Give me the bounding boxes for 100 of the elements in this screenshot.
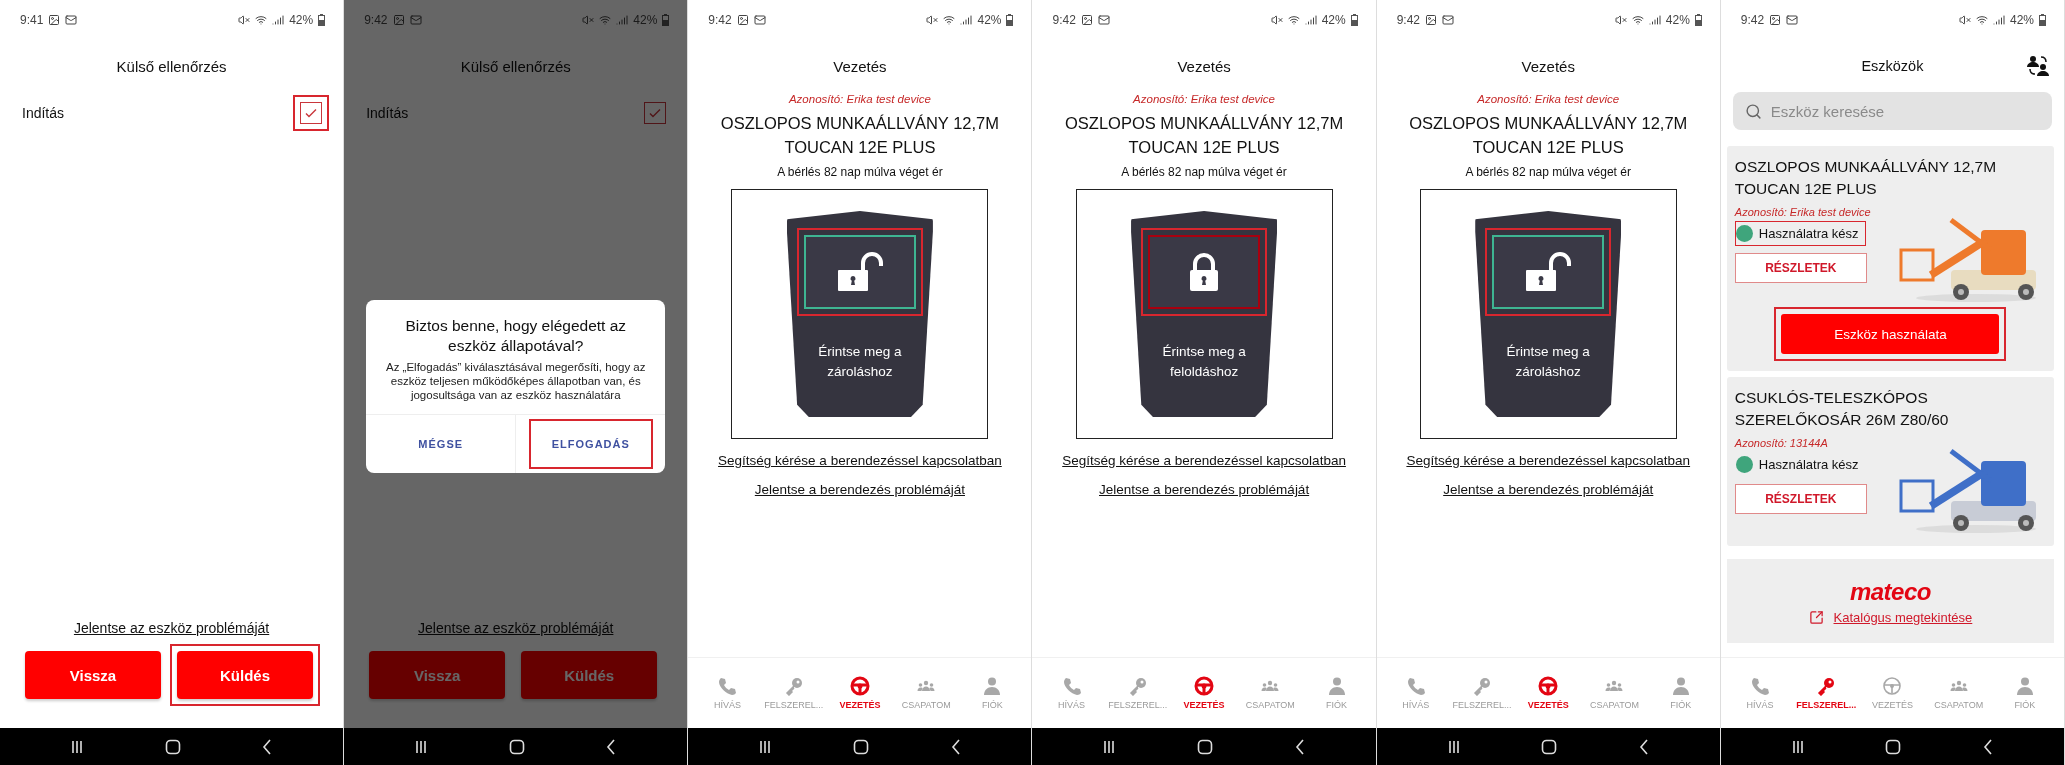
- external-link-icon: [1808, 609, 1824, 625]
- person-icon: [1326, 676, 1347, 696]
- key-icon: [783, 676, 804, 696]
- battery-level: 42%: [633, 13, 658, 27]
- wifi-icon: [1631, 14, 1644, 26]
- person-icon: [982, 676, 1003, 696]
- search-field[interactable]: Eszköz keresése: [1732, 92, 2052, 130]
- open-lock-icon: [1524, 252, 1573, 292]
- nav-tab[interactable]: HÍVÁS: [1726, 658, 1794, 728]
- nav-tab[interactable]: HÍVÁS: [1382, 658, 1449, 728]
- lock-button[interactable]: [1148, 235, 1261, 309]
- home-icon[interactable]: [164, 738, 181, 755]
- device-id: Azonosító: Erika test device: [787, 93, 932, 105]
- nav-tab[interactable]: HÍVÁS: [694, 658, 761, 728]
- nav-tab[interactable]: HÍVÁS: [1038, 658, 1105, 728]
- nav-tab[interactable]: VEZETÉS: [1170, 658, 1238, 728]
- nav-tab[interactable]: FELSZEREL...: [1448, 658, 1516, 728]
- back-icon[interactable]: [1638, 738, 1649, 755]
- back-icon[interactable]: [950, 738, 961, 755]
- checkbox[interactable]: [300, 102, 323, 124]
- nav-tab[interactable]: CSAPATOM: [893, 658, 960, 728]
- image-icon: [392, 14, 405, 26]
- status-time: 9:41: [20, 13, 44, 27]
- status-time: 9:42: [364, 13, 388, 27]
- home-icon[interactable]: [852, 738, 869, 755]
- mute-icon: [1270, 14, 1283, 26]
- help-link[interactable]: Segítség kérése a berendezéssel kapcsolatban: [688, 453, 1032, 468]
- image-icon: [48, 14, 61, 26]
- nav-tab[interactable]: VEZETÉS: [1859, 658, 1926, 728]
- home-icon[interactable]: [508, 738, 525, 755]
- key-icon: [1127, 676, 1148, 696]
- checklist-label: Indítás: [366, 105, 409, 121]
- help-link[interactable]: Jelentse a berendezés problémáját: [688, 482, 1032, 497]
- lock-button[interactable]: [803, 235, 916, 309]
- status-time: 9:42: [1396, 13, 1420, 27]
- checkbox[interactable]: [644, 102, 667, 124]
- home-icon[interactable]: [1197, 738, 1214, 755]
- battery-icon: [2039, 14, 2046, 26]
- action-button[interactable]: Küldés: [177, 651, 313, 699]
- details-button[interactable]: RÉSZLETEK: [1734, 484, 1867, 514]
- image-icon: [736, 14, 749, 26]
- nav-tab[interactable]: CSAPATOM: [1925, 658, 1992, 728]
- dialog-button[interactable]: ELFOGADÁS: [535, 426, 646, 462]
- nav-tab[interactable]: FIÓK: [1303, 658, 1370, 728]
- help-link[interactable]: Segítség kérése a berendezéssel kapcsolatban: [1376, 453, 1720, 468]
- battery-level: 42%: [2009, 13, 2034, 27]
- wifi-icon: [255, 14, 268, 26]
- details-button[interactable]: RÉSZLETEK: [1734, 253, 1867, 283]
- device-name: OSZLOPOS MUNKAÁLLVÁNY 12,7M TOUCAN 12E PLUS: [1734, 157, 1998, 199]
- action-button[interactable]: Küldés: [521, 651, 658, 699]
- device-name: OSZLOPOS MUNKAÁLLVÁNY 12,7M TOUCAN 12E PLUS: [719, 113, 1000, 158]
- nav-tab[interactable]: FIÓK: [1647, 658, 1714, 728]
- recent-apps-icon[interactable]: [415, 739, 427, 754]
- lock-button[interactable]: [1492, 235, 1605, 309]
- user-switch-icon[interactable]: [2026, 54, 2050, 78]
- nav-tab[interactable]: FIÓK: [1991, 658, 2058, 728]
- report-link[interactable]: Jelentse az eszköz problémáját: [0, 620, 344, 636]
- signal-icon: [272, 14, 285, 26]
- catalog-link[interactable]: Katalógus megtekintése: [1833, 609, 1973, 625]
- nav-tab[interactable]: FELSZEREL...: [760, 658, 827, 728]
- back-icon[interactable]: [1294, 738, 1305, 755]
- nav-tab[interactable]: VEZETÉS: [826, 658, 894, 728]
- nav-tab[interactable]: FELSZEREL...: [1793, 658, 1860, 728]
- recent-apps-icon[interactable]: [70, 739, 83, 754]
- steering-wheel-icon: [1882, 676, 1903, 696]
- nav-tab[interactable]: FIÓK: [959, 658, 1026, 728]
- help-link[interactable]: Segítség kérése a berendezéssel kapcsolatban: [1032, 453, 1376, 468]
- device-id: Azonosító: 13144A: [1734, 437, 1828, 449]
- home-icon[interactable]: [1541, 738, 1558, 755]
- mail-icon: [1097, 14, 1110, 26]
- back-icon[interactable]: [1983, 738, 1994, 755]
- back-icon[interactable]: [262, 738, 273, 755]
- recent-apps-icon[interactable]: [1103, 739, 1116, 754]
- mute-icon: [1958, 14, 1971, 26]
- brand-logo: mateco: [1849, 577, 1931, 606]
- nav-tab[interactable]: VEZETÉS: [1515, 658, 1582, 728]
- action-button[interactable]: Vissza: [25, 651, 161, 699]
- rental-note: A bérlés 82 nap múlva véget ér: [776, 165, 944, 179]
- use-button[interactable]: Eszköz használata: [1781, 314, 2000, 354]
- back-icon[interactable]: [606, 738, 617, 755]
- help-link[interactable]: Jelentse a berendezés problémáját: [1376, 482, 1720, 497]
- report-link[interactable]: Jelentse az eszköz problémáját: [344, 620, 688, 636]
- recent-apps-icon[interactable]: [1791, 739, 1804, 754]
- recent-apps-icon[interactable]: [759, 739, 772, 754]
- nav-tab[interactable]: FELSZEREL...: [1104, 658, 1171, 728]
- wifi-icon: [943, 14, 956, 26]
- nav-tab[interactable]: CSAPATOM: [1237, 658, 1304, 728]
- steering-wheel-icon: [1538, 676, 1559, 696]
- dialog-button[interactable]: MÉGSE: [402, 426, 480, 462]
- battery-icon: [662, 14, 670, 26]
- screen-title: Eszközök: [1861, 58, 1924, 74]
- phone-icon: [717, 676, 738, 696]
- action-button[interactable]: Vissza: [369, 651, 506, 699]
- dialog-title: Biztos benne, hogy elégedett az eszköz állapotával?: [404, 316, 628, 356]
- help-link[interactable]: Jelentse a berendezés problémáját: [1032, 482, 1376, 497]
- recent-apps-icon[interactable]: [1447, 739, 1460, 754]
- nav-tab[interactable]: CSAPATOM: [1581, 658, 1648, 728]
- home-icon[interactable]: [1885, 738, 1902, 755]
- steering-wheel-icon: [849, 676, 870, 696]
- device-id: Azonosító: Erika test device: [1131, 93, 1276, 105]
